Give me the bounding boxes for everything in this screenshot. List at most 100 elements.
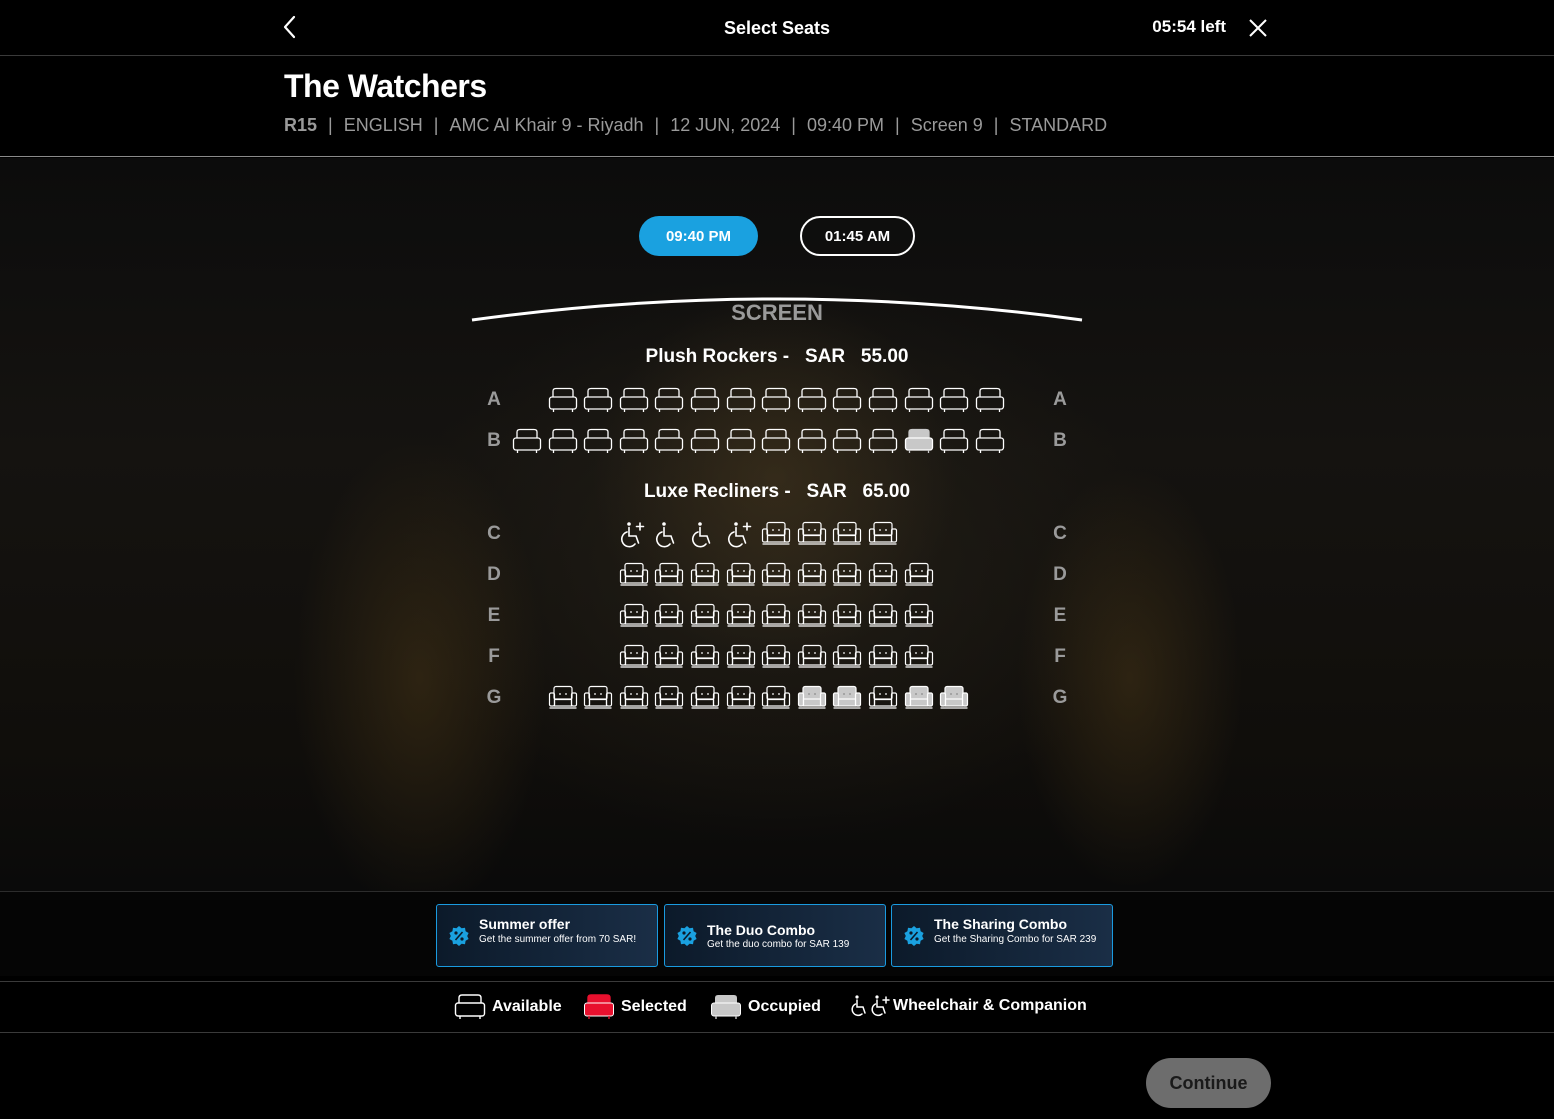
companion-icon[interactable] (620, 520, 648, 548)
seat-e11[interactable] (868, 603, 898, 629)
seat-e7[interactable] (726, 603, 756, 629)
seat-a14[interactable] (975, 387, 1005, 413)
seat-e6[interactable] (690, 603, 720, 629)
percent-badge-icon (677, 926, 697, 946)
seat-b2[interactable] (548, 428, 578, 454)
seat-f5[interactable] (654, 644, 684, 670)
seat-occupied-g13[interactable] (939, 685, 969, 711)
screen-format: STANDARD (1009, 115, 1108, 135)
seat-f6[interactable] (690, 644, 720, 670)
seat-b8[interactable] (761, 428, 791, 454)
seat-a10[interactable] (832, 387, 862, 413)
seat-d6[interactable] (690, 562, 720, 588)
row-label-d: D (1053, 564, 1067, 585)
seat-a9[interactable] (797, 387, 827, 413)
seat-g6[interactable] (690, 685, 720, 711)
seat-b6[interactable] (690, 428, 720, 454)
seat-b1[interactable] (512, 428, 542, 454)
seat-f12[interactable] (904, 644, 934, 670)
seat-g5[interactable] (654, 685, 684, 711)
seat-a7[interactable] (726, 387, 756, 413)
seat-a3[interactable] (583, 387, 613, 413)
seat-g2[interactable] (548, 685, 578, 711)
offer-card[interactable]: The Sharing Combo Get the Sharing Combo … (891, 904, 1113, 967)
seat-a6[interactable] (690, 387, 720, 413)
seat-g7[interactable] (726, 685, 756, 711)
seat-f9[interactable] (797, 644, 827, 670)
row-label-e: E (1053, 605, 1067, 626)
seat-e12[interactable] (904, 603, 934, 629)
seat-b13[interactable] (939, 428, 969, 454)
wheelchair-icon[interactable] (655, 520, 683, 548)
seat-d12[interactable] (904, 562, 934, 588)
seat-e8[interactable] (761, 603, 791, 629)
seat-d7[interactable] (726, 562, 756, 588)
seat-g4[interactable] (619, 685, 649, 711)
offer-card[interactable]: Summer offer Get the summer offer from 7… (436, 904, 658, 967)
seat-occupied-b12[interactable] (904, 428, 934, 454)
seat-d9[interactable] (797, 562, 827, 588)
close-icon[interactable] (1246, 16, 1270, 40)
show-time: 09:40 PM (806, 115, 885, 135)
seat-b3[interactable] (583, 428, 613, 454)
seat-a13[interactable] (939, 387, 969, 413)
offer-title: Summer offer (479, 916, 571, 932)
seat-d5[interactable] (654, 562, 684, 588)
meta-separator: | (328, 115, 333, 135)
movie-header: The Watchers R15 | ENGLISH | AMC Al Khai… (0, 56, 1554, 157)
seat-f7[interactable] (726, 644, 756, 670)
seat-c10[interactable] (832, 521, 862, 547)
seat-occupied-g10[interactable] (832, 685, 862, 711)
seat-c9[interactable] (797, 521, 827, 547)
seat-legend: Available Selected Occupied Wheelchair &… (0, 981, 1554, 1033)
seat-b14[interactable] (975, 428, 1005, 454)
seat-occupied-g12[interactable] (904, 685, 934, 711)
seat-d11[interactable] (868, 562, 898, 588)
offer-description: Get the Sharing Combo for SAR 239 (934, 934, 1097, 945)
row-label-c: C (487, 523, 501, 544)
seat-g8[interactable] (761, 685, 791, 711)
seat-f11[interactable] (868, 644, 898, 670)
seat-a4[interactable] (619, 387, 649, 413)
seat-b7[interactable] (726, 428, 756, 454)
wheelchair-icon[interactable] (691, 520, 719, 548)
row-label-f: F (488, 646, 500, 667)
seat-b4[interactable] (619, 428, 649, 454)
offer-card[interactable]: The Duo Combo Get the duo combo for SAR … (664, 904, 886, 967)
seat-b5[interactable] (654, 428, 684, 454)
seat-a2[interactable] (548, 387, 578, 413)
seat-c8[interactable] (761, 521, 791, 547)
seat-occupied-icon (710, 994, 742, 1020)
seat-a11[interactable] (868, 387, 898, 413)
seat-g11[interactable] (868, 685, 898, 711)
seat-e5[interactable] (654, 603, 684, 629)
seat-e10[interactable] (832, 603, 862, 629)
seat-occupied-g9[interactable] (797, 685, 827, 711)
seat-d4[interactable] (619, 562, 649, 588)
seat-g3[interactable] (583, 685, 613, 711)
seat-a8[interactable] (761, 387, 791, 413)
seat-a5[interactable] (654, 387, 684, 413)
seat-e9[interactable] (797, 603, 827, 629)
meta-separator: | (895, 115, 900, 135)
offer-description: Get the duo combo for SAR 139 (707, 939, 850, 950)
seat-c11[interactable] (868, 521, 898, 547)
seat-b10[interactable] (832, 428, 862, 454)
seat-b11[interactable] (868, 428, 898, 454)
seat-f4[interactable] (619, 644, 649, 670)
meta-separator: | (654, 115, 660, 135)
seat-b9[interactable] (797, 428, 827, 454)
seat-a12[interactable] (904, 387, 934, 413)
wheelchair-companion-icon (851, 994, 891, 1018)
showtime-pill[interactable]: 01:45 AM (800, 216, 915, 256)
seat-d10[interactable] (832, 562, 862, 588)
seat-f8[interactable] (761, 644, 791, 670)
companion-icon[interactable] (727, 520, 755, 548)
seat-d8[interactable] (761, 562, 791, 588)
seat-e4[interactable] (619, 603, 649, 629)
showtime-pill-active[interactable]: 09:40 PM (639, 216, 758, 256)
continue-button[interactable]: Continue (1146, 1058, 1271, 1108)
legend-selected: Selected (583, 994, 687, 1020)
movie-meta: R15 | ENGLISH | AMC Al Khair 9 - Riyadh … (284, 115, 1107, 136)
seat-f10[interactable] (832, 644, 862, 670)
